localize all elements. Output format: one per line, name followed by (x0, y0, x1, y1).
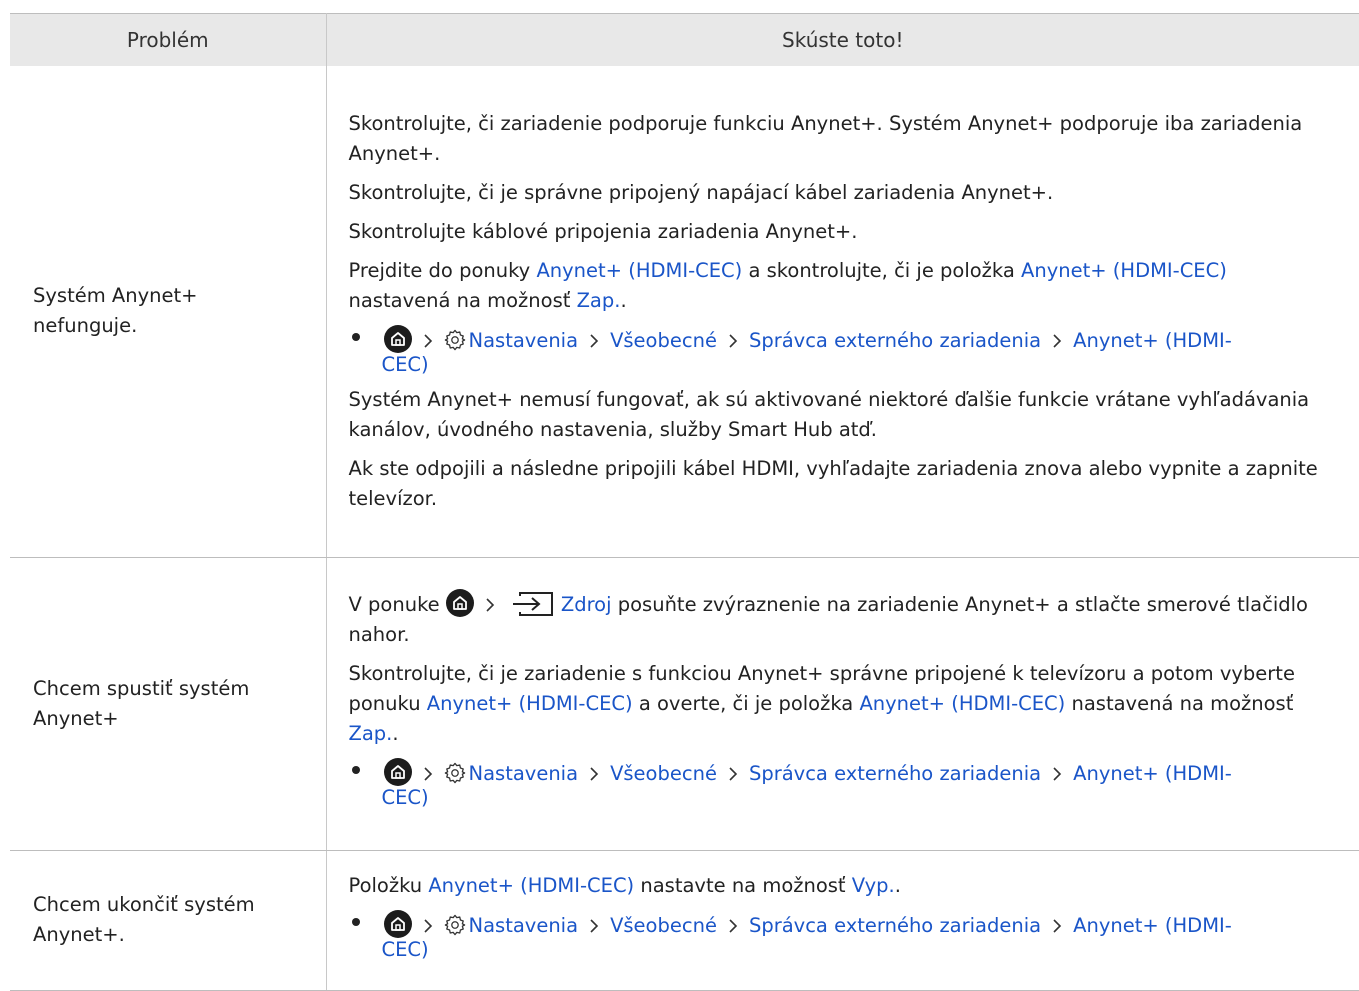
chevron-right-icon (590, 334, 599, 348)
chevron-right-icon (590, 767, 599, 781)
option-link[interactable]: Zap. (577, 289, 621, 312)
anynet-link[interactable]: Anynet+ (HDMI- (1073, 762, 1232, 785)
chevron-right-icon (1053, 767, 1062, 781)
general-link[interactable]: Všeobecné (610, 762, 717, 785)
external-device-manager-link[interactable]: Správca externého zariadenia (749, 762, 1041, 785)
solution-cell: Skontrolujte, či zariadenie podporuje fu… (326, 66, 1359, 558)
source-link[interactable]: Zdroj (561, 593, 612, 616)
chevron-right-icon (423, 767, 432, 781)
problem-text: Chcem spustiť systém Anynet+ (33, 676, 250, 730)
problem-cell: Systém Anynet+ nefunguje. (10, 66, 327, 558)
home-icon (383, 324, 412, 353)
menu-link[interactable]: Anynet+ (HDMI-CEC) (428, 874, 634, 897)
table-row: Chcem spustiť systém Anynet+ V ponuke Zdr… (10, 557, 1359, 851)
source-input-icon (512, 592, 553, 616)
solution-paragraph: Skontrolujte, či je zariadenie s funkcio… (348, 662, 1295, 745)
chevron-right-icon (1053, 334, 1062, 348)
header-try-this: Skúste toto! (326, 13, 1359, 66)
solution-cell: Položku Anynet+ (HDMI-CEC) nastavte na m… (326, 850, 1359, 991)
solution-paragraph: Položku Anynet+ (HDMI-CEC) nastavte na m… (348, 873, 901, 897)
solution-paragraph: Prejdite do ponuky Anynet+ (HDMI-CEC) a … (348, 258, 1227, 312)
solution-paragraph: Skontrolujte, či zariadenie podporuje fu… (348, 111, 1303, 165)
anynet-link[interactable]: Anynet+ (HDMI- (1073, 329, 1232, 352)
menu-link[interactable]: Anynet+ (HDMI-CEC) (1021, 259, 1227, 282)
external-device-manager-link[interactable]: Správca externého zariadenia (749, 329, 1041, 352)
anynet-link[interactable]: CEC) (382, 786, 429, 809)
bullet-icon (351, 766, 360, 774)
table-row: Chcem ukončiť systém Anynet+. Položku Any… (10, 850, 1359, 991)
bullet-icon (351, 332, 360, 341)
chevron-right-icon (423, 334, 432, 348)
problem-text: Systém Anynet+ nefunguje. (33, 284, 198, 338)
solution-paragraph: Skontrolujte káblové pripojenia zariaden… (348, 219, 858, 243)
menu-path: Nastavenia Všeobecné Správca externého zar… (349, 324, 1348, 376)
menu-path: Nastavenia Všeobecné Správca externého zar… (349, 758, 1348, 809)
home-icon (383, 758, 412, 786)
gear-icon (444, 762, 465, 784)
header-problem: Problém (10, 13, 327, 66)
table-header-row: Problém Skúste toto! (10, 13, 1359, 66)
chevron-right-icon (729, 918, 738, 933)
solution-paragraph: Systém Anynet+ nemusí fungovať, ak sú ak… (348, 387, 1310, 441)
troubleshooting-table: Problém Skúste toto! Systém Anynet+ nefun… (10, 13, 1359, 991)
external-device-manager-link[interactable]: Správca externého zariadenia (749, 914, 1041, 937)
gear-icon (444, 914, 465, 935)
chevron-right-icon (590, 918, 599, 933)
home-icon (445, 589, 474, 617)
anynet-link[interactable]: CEC) (382, 938, 429, 961)
menu-link[interactable]: Anynet+ (HDMI-CEC) (427, 692, 633, 715)
home-icon (383, 909, 412, 938)
solution-paragraph: V ponuke Zdroj posuňte zvýraznenie na za… (349, 589, 1348, 650)
settings-link[interactable]: Nastavenia (469, 762, 579, 785)
chevron-right-icon (423, 918, 432, 933)
problem-cell: Chcem ukončiť systém Anynet+. (10, 850, 327, 991)
anynet-link[interactable]: CEC) (382, 353, 429, 376)
problem-cell: Chcem spustiť systém Anynet+ (10, 557, 327, 851)
chevron-right-icon (486, 598, 494, 612)
menu-link[interactable]: Anynet+ (HDMI-CEC) (536, 259, 742, 282)
settings-link[interactable]: Nastavenia (469, 914, 579, 937)
anynet-link[interactable]: Anynet+ (HDMI- (1073, 914, 1232, 937)
chevron-right-icon (729, 334, 738, 348)
problem-text: Chcem ukončiť systém Anynet+. (33, 893, 255, 946)
settings-link[interactable]: Nastavenia (469, 329, 579, 352)
chevron-right-icon (729, 767, 738, 781)
gear-icon (444, 329, 465, 351)
option-link[interactable]: Zap. (349, 722, 393, 745)
option-link[interactable]: Vyp. (852, 874, 895, 897)
general-link[interactable]: Všeobecné (610, 329, 717, 352)
general-link[interactable]: Všeobecné (610, 914, 717, 937)
table-row: Systém Anynet+ nefunguje. Skontrolujte, č… (10, 66, 1359, 558)
menu-path: Nastavenia Všeobecné Správca externého zar… (349, 909, 1348, 961)
solution-paragraph: Skontrolujte, či je správne pripojený na… (348, 180, 1054, 204)
menu-link[interactable]: Anynet+ (HDMI-CEC) (859, 692, 1065, 715)
chevron-right-icon (1053, 918, 1062, 933)
solution-paragraph: Ak ste odpojili a následne pripojili káb… (348, 456, 1318, 510)
solution-cell: V ponuke Zdroj posuňte zvýraznenie na za… (326, 557, 1359, 851)
bullet-icon (351, 917, 360, 926)
